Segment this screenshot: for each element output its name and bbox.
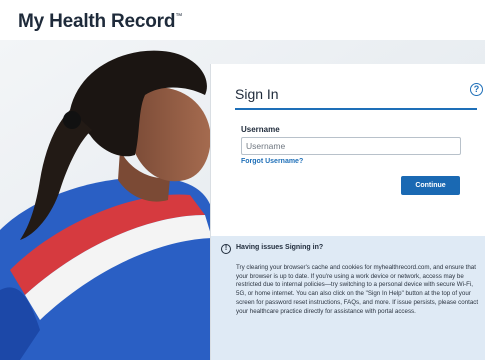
logo[interactable]: My Health Record™ [18,11,182,33]
site-header: My Health Record™ [0,0,485,40]
username-label: Username [241,125,280,134]
forgot-username-link[interactable]: Forgot Username? [241,158,303,165]
sign-in-card: Sign In ? Username Forgot Username? Cont… [210,64,485,360]
sign-in-title: Sign In [235,86,279,102]
continue-button[interactable]: Continue [401,176,460,195]
logo-text: My Health Record [18,11,176,32]
trademark-mark: ™ [175,13,183,20]
title-divider [235,108,477,110]
signin-issues-panel: ! Having issues Signing in? Try clearing… [211,236,485,360]
username-input[interactable] [241,137,461,155]
question-circle-icon[interactable]: ? [470,83,483,96]
info-circle-icon: ! [221,244,231,254]
issues-body: Try clearing your browser's cache and co… [236,264,479,315]
issues-title: Having issues Signing in? [236,244,324,251]
